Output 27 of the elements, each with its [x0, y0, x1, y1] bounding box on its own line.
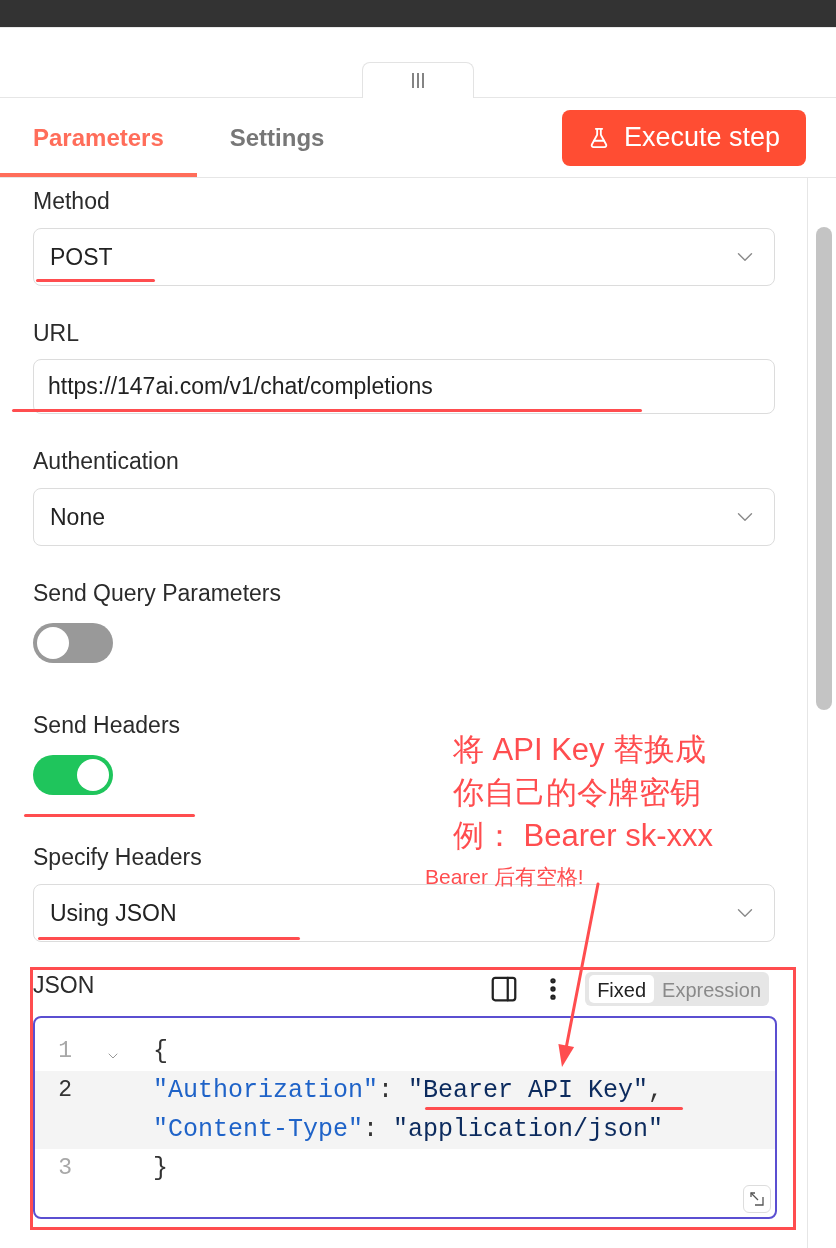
grip-icon: [411, 73, 425, 88]
toggle-switch[interactable]: [33, 623, 113, 663]
select-field[interactable]: POST: [33, 228, 775, 286]
code-editor[interactable]: 1 { 2 "Authorization": "Bearer API Key", "Content-Type": "application/json" 3 }: [33, 1016, 777, 1219]
field-label: URL: [33, 320, 79, 346]
field-label: Send Query Parameters: [33, 580, 281, 606]
code-line: "Content-Type": "application/json": [153, 1114, 664, 1145]
line-number: 1: [58, 1037, 72, 1066]
field-label: Method: [33, 188, 110, 214]
field-label: JSON: [33, 972, 95, 998]
tab[interactable]: Settings: [196, 98, 358, 177]
line-number: 3: [58, 1154, 72, 1183]
field-label: Send Headers: [33, 712, 181, 738]
code-line: "Authorization": "Bearer API Key",: [153, 1075, 664, 1106]
mode-option[interactable]: Fixed: [589, 975, 655, 1003]
annotation-note: 将 API Key 替换成 你自己的令牌密钥 例： Bearer sk-xxx: [453, 731, 714, 855]
field-label: Authentication: [33, 448, 179, 474]
drag-handle[interactable]: [362, 62, 474, 98]
select-field[interactable]: None: [33, 488, 775, 546]
scrollbar-thumb[interactable]: [816, 227, 832, 710]
url-input[interactable]: https://147ai.com/v1/chat/completions: [33, 359, 775, 414]
resize-icon[interactable]: [743, 1185, 771, 1213]
line-number: 2: [58, 1076, 72, 1105]
code-line: {: [153, 1036, 168, 1067]
field-label: Specify Headers: [33, 844, 202, 870]
code-line: }: [153, 1153, 168, 1184]
toggle-switch[interactable]: [33, 755, 113, 795]
